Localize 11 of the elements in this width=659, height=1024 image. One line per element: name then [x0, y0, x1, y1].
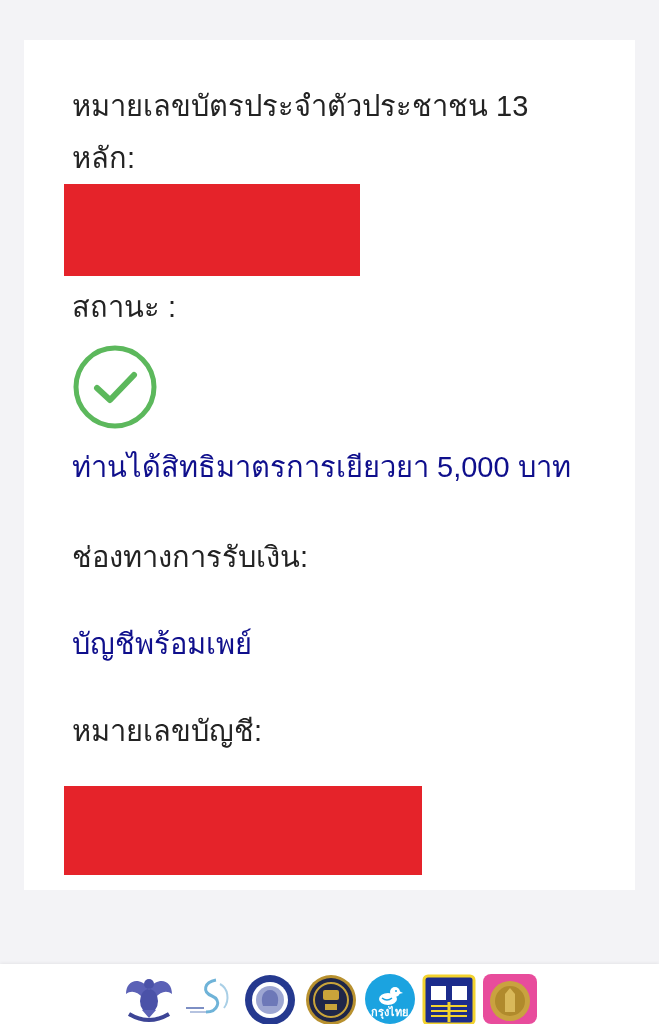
- field-value: บัญชีพร้อมเพย์: [71, 627, 252, 663]
- square-logo: [482, 974, 537, 1024]
- bird-icon: [376, 986, 403, 1006]
- logo-text: กรุงไทย: [371, 1006, 408, 1019]
- field-label: ช่องทางการรับเงิน:: [71, 540, 309, 575]
- status-message: ท่านได้สิทธิมาตรการเยียวยา 5,000 บาท: [71, 450, 571, 485]
- check-circle-icon: [73, 345, 157, 429]
- field-label: หมายเลขบัญชี:: [71, 714, 263, 750]
- field-label: หมายเลขบัตรประจำตัวประชาชน 13 หลัก:: [71, 89, 530, 176]
- field-label: สถานะ :: [71, 290, 177, 325]
- seal-logo: [303, 974, 358, 1024]
